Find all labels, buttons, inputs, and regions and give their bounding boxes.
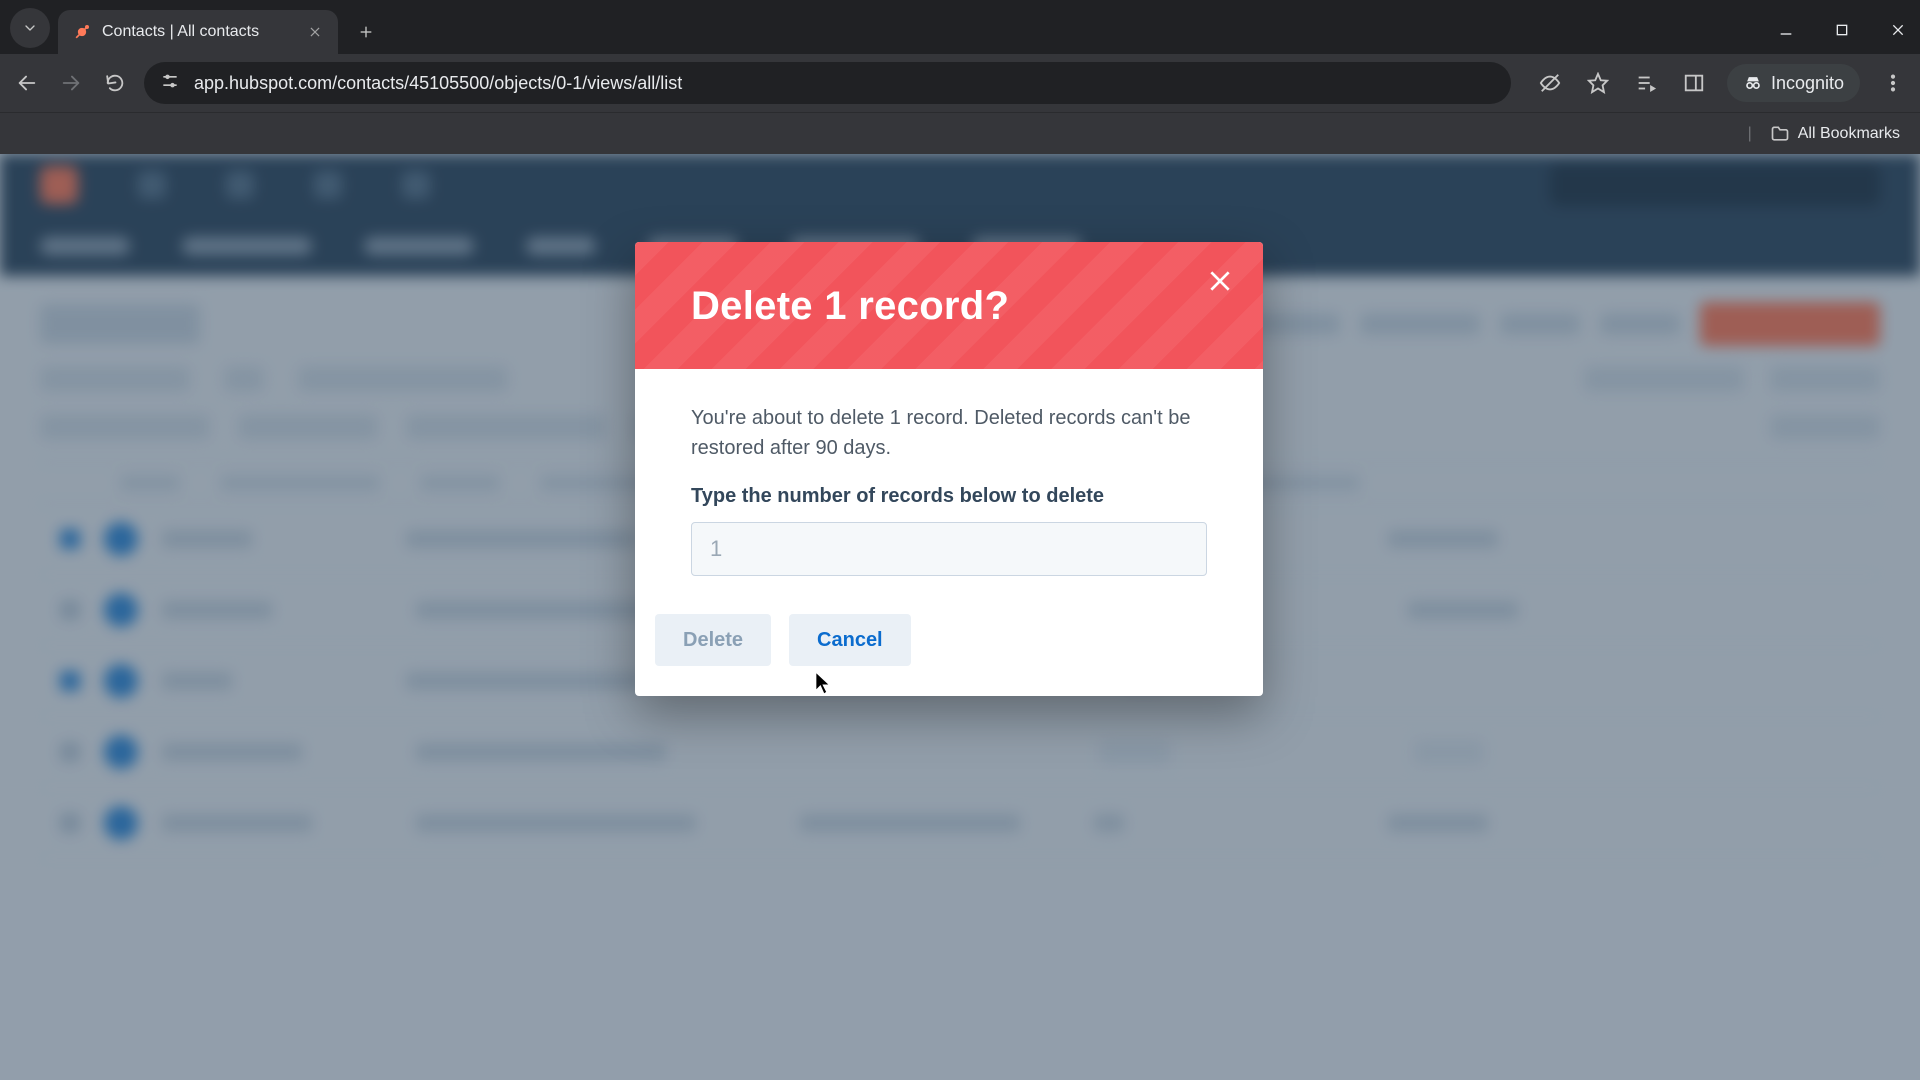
plus-icon [358, 24, 374, 40]
arrow-right-icon [60, 72, 82, 94]
folder-icon [1770, 124, 1790, 144]
tune-icon [160, 71, 180, 91]
minimize-icon [1778, 22, 1794, 38]
delete-record-dialog: Delete 1 record? You're about to delete … [635, 242, 1263, 696]
maximize-icon [1834, 22, 1850, 38]
tab-title: Contacts | All contacts [102, 23, 259, 41]
tab-search-button[interactable] [10, 8, 50, 48]
dialog-body: You're about to delete 1 record. Deleted… [635, 369, 1263, 606]
confirm-count-input[interactable] [691, 522, 1207, 576]
window-close-button[interactable] [1884, 16, 1912, 44]
bookmarks-separator: | [1748, 125, 1752, 143]
delete-button[interactable]: Delete [655, 614, 771, 666]
confirm-count-label: Type the number of records below to dele… [691, 485, 1207, 508]
window-minimize-button[interactable] [1772, 16, 1800, 44]
reading-list-button[interactable] [1631, 68, 1661, 98]
browser-tab-active[interactable]: Contacts | All contacts [58, 10, 338, 54]
cancel-button[interactable]: Cancel [789, 614, 911, 666]
chevron-down-icon [22, 20, 38, 36]
incognito-chip[interactable]: Incognito [1727, 64, 1860, 102]
site-settings-button[interactable] [160, 71, 180, 96]
nav-forward-button[interactable] [56, 68, 86, 98]
bookmarks-bar: | All Bookmarks [0, 112, 1920, 154]
page-viewport: Delete 1 record? You're about to delete … [0, 154, 1920, 1080]
eye-off-button[interactable] [1535, 68, 1565, 98]
side-panel-button[interactable] [1679, 68, 1709, 98]
dialog-description: You're about to delete 1 record. Deleted… [691, 403, 1207, 463]
address-bar[interactable]: app.hubspot.com/contacts/45105500/object… [144, 62, 1511, 104]
window-controls [1772, 16, 1912, 44]
panel-icon [1683, 72, 1705, 94]
url-text: app.hubspot.com/contacts/45105500/object… [194, 73, 682, 94]
incognito-label: Incognito [1771, 73, 1844, 94]
window-maximize-button[interactable] [1828, 16, 1856, 44]
eye-off-icon [1539, 72, 1561, 94]
arrow-left-icon [16, 72, 38, 94]
new-tab-button[interactable] [350, 16, 382, 48]
kebab-icon [1882, 72, 1904, 94]
reload-icon [104, 72, 126, 94]
all-bookmarks-label: All Bookmarks [1798, 125, 1900, 143]
close-icon [308, 25, 322, 39]
star-icon [1587, 72, 1609, 94]
hubspot-favicon [72, 22, 92, 42]
close-icon [1890, 22, 1906, 38]
nav-back-button[interactable] [12, 68, 42, 98]
incognito-icon [1743, 73, 1763, 93]
browser-toolbar: app.hubspot.com/contacts/45105500/object… [0, 54, 1920, 112]
dialog-header: Delete 1 record? [635, 242, 1263, 369]
toolbar-right: Incognito [1535, 64, 1908, 102]
close-icon [1207, 268, 1233, 294]
all-bookmarks-button[interactable]: All Bookmarks [1770, 124, 1900, 144]
browser-tabstrip: Contacts | All contacts [0, 0, 1920, 54]
dialog-title: Delete 1 record? [691, 284, 1207, 329]
chrome-menu-button[interactable] [1878, 68, 1908, 98]
tab-close-button[interactable] [306, 23, 324, 41]
playlist-icon [1635, 72, 1657, 94]
dialog-close-button[interactable] [1203, 264, 1237, 298]
nav-reload-button[interactable] [100, 68, 130, 98]
bookmark-star-button[interactable] [1583, 68, 1613, 98]
dialog-footer: Delete Cancel [635, 606, 1263, 696]
